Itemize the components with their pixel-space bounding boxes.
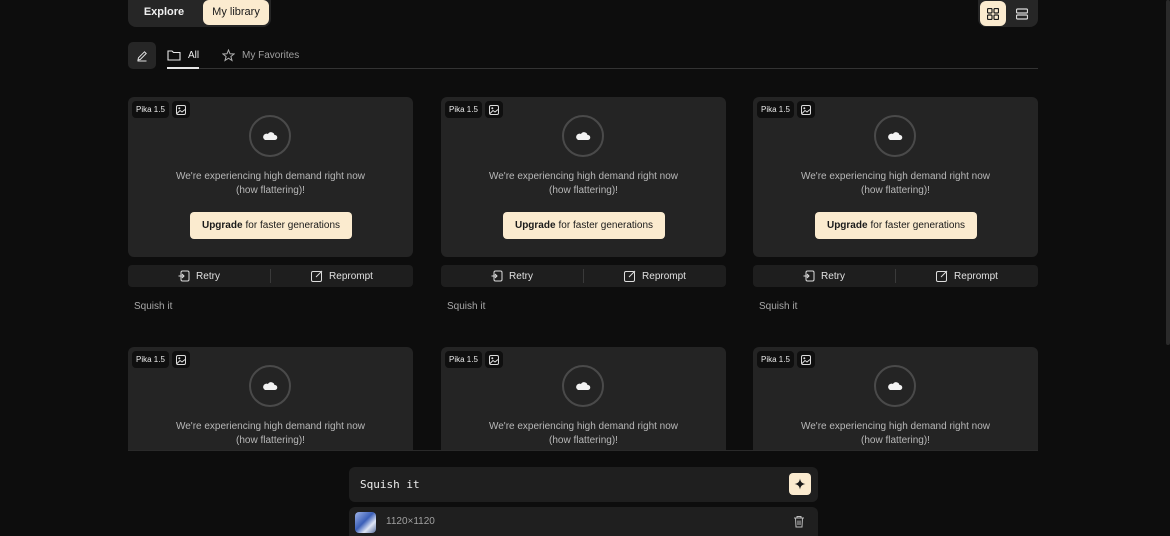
generation-card[interactable]: Pika 1.5 We're experiencing high demand … (441, 97, 726, 257)
high-demand-message: We're experiencing high demand right now… (800, 171, 991, 196)
retry-button[interactable]: Retry (128, 265, 270, 287)
cloud-icon (874, 365, 916, 407)
tabs-divider (167, 68, 1038, 69)
cloud-icon (874, 115, 916, 157)
list-icon (1016, 7, 1028, 20)
model-badge: Pika 1.5 (757, 351, 794, 368)
tab-favorites[interactable]: My Favorites (222, 44, 299, 66)
reprompt-label: Reprompt (642, 270, 686, 282)
attachment-dimensions: 1120×1120 (386, 516, 435, 527)
high-demand-message: We're experiencing high demand right now… (488, 421, 679, 446)
folder-icon (167, 50, 181, 61)
upgrade-subtext: for faster generations (245, 220, 341, 231)
card-actions: Retry Reprompt (441, 265, 726, 287)
composer-divider (128, 450, 1038, 451)
model-badge: Pika 1.5 (132, 351, 169, 368)
card-actions: Retry Reprompt (128, 265, 413, 287)
list-view-button[interactable] (1009, 1, 1035, 26)
card-prompt-text: Squish it (134, 301, 173, 312)
image-icon (172, 101, 190, 118)
page-scrollbar[interactable] (1166, 0, 1170, 345)
image-icon (485, 351, 503, 368)
active-tab-indicator (167, 67, 199, 69)
retry-label: Retry (509, 270, 533, 282)
tab-all[interactable]: All (167, 44, 199, 66)
tab-all-label: All (188, 49, 200, 61)
upgrade-label: Upgrade (826, 220, 868, 231)
prompt-input[interactable]: Squish it (360, 467, 420, 502)
image-icon (485, 101, 503, 118)
edit-button[interactable] (128, 42, 156, 69)
retry-button[interactable]: Retry (753, 265, 895, 287)
upgrade-label: Upgrade (201, 220, 243, 231)
model-badge: Pika 1.5 (445, 351, 482, 368)
generate-button[interactable] (789, 473, 811, 495)
upgrade-subtext: for faster generations (558, 220, 654, 231)
upgrade-button[interactable]: Upgrade for faster generations (503, 212, 665, 239)
model-badge: Pika 1.5 (757, 101, 794, 118)
high-demand-message: We're experiencing high demand right now… (800, 421, 991, 446)
grid-view-button[interactable] (980, 1, 1006, 26)
trash-icon (794, 516, 804, 528)
model-badge: Pika 1.5 (132, 101, 169, 118)
reprompt-button[interactable]: Reprompt (896, 265, 1038, 287)
layout-switch (978, 0, 1038, 27)
prompt-composer[interactable]: Squish it (349, 467, 818, 502)
cloud-icon (249, 365, 291, 407)
image-icon (172, 351, 190, 368)
cloud-icon (562, 365, 604, 407)
retry-label: Retry (821, 270, 845, 282)
upgrade-subtext: for faster generations (870, 220, 966, 231)
retry-icon (803, 270, 815, 282)
upgrade-button[interactable]: Upgrade for faster generations (815, 212, 977, 239)
sparkle-icon (794, 478, 806, 490)
retry-icon (491, 270, 503, 282)
edit-square-icon (311, 270, 323, 282)
delete-attachment-button[interactable] (793, 515, 805, 533)
model-badge: Pika 1.5 (445, 101, 482, 118)
attachment-row: 1120×1120 (349, 507, 818, 536)
high-demand-message: We're experiencing high demand right now… (175, 421, 366, 446)
tab-favorites-label: My Favorites (242, 49, 300, 61)
edit-square-icon (624, 270, 636, 282)
edit-square-icon (936, 270, 948, 282)
cloud-icon (249, 115, 291, 157)
upgrade-label: Upgrade (514, 220, 556, 231)
card-actions: Retry Reprompt (753, 265, 1038, 287)
reprompt-label: Reprompt (954, 270, 998, 282)
reprompt-label: Reprompt (329, 270, 373, 282)
generation-card[interactable]: Pika 1.5 We're experiencing high demand … (753, 97, 1038, 257)
card-prompt-text: Squish it (759, 301, 798, 312)
my-library-tab[interactable]: My library (203, 0, 269, 25)
generation-card[interactable]: Pika 1.5 We're experiencing high demand … (128, 97, 413, 257)
high-demand-message: We're experiencing high demand right now… (175, 171, 366, 196)
cloud-icon (562, 115, 604, 157)
retry-label: Retry (196, 270, 220, 282)
view-mode-toggle: Explore My library (128, 0, 271, 27)
pencil-icon (137, 50, 147, 61)
grid-icon (987, 7, 999, 20)
star-icon (222, 48, 235, 62)
attachment-thumbnail[interactable] (355, 512, 376, 533)
upgrade-button[interactable]: Upgrade for faster generations (190, 212, 352, 239)
high-demand-message: We're experiencing high demand right now… (488, 171, 679, 196)
image-icon (797, 351, 815, 368)
retry-button[interactable]: Retry (441, 265, 583, 287)
retry-icon (178, 270, 190, 282)
reprompt-button[interactable]: Reprompt (271, 265, 413, 287)
explore-tab[interactable]: Explore (134, 0, 194, 27)
card-prompt-text: Squish it (447, 301, 486, 312)
image-icon (797, 101, 815, 118)
reprompt-button[interactable]: Reprompt (584, 265, 726, 287)
